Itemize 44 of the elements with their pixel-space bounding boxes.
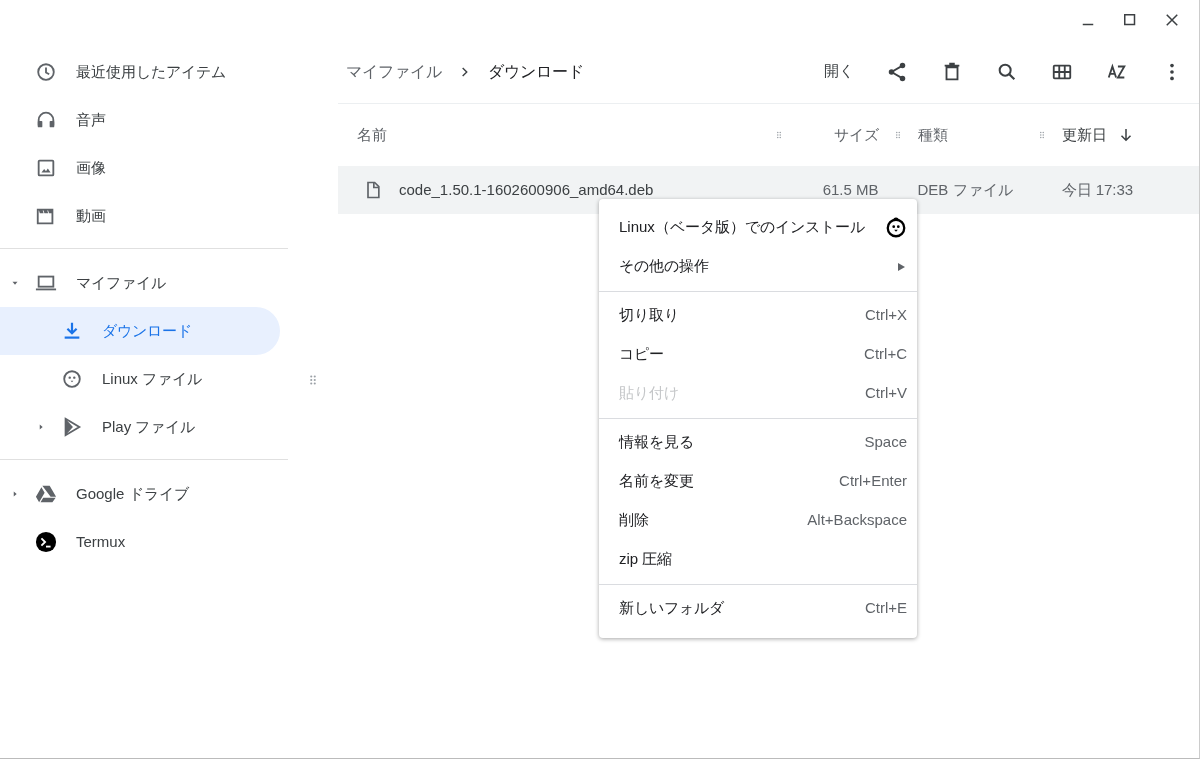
sidebar-item[interactable]: ダウンロード [0,307,280,355]
sidebar-item[interactable]: 最近使用したアイテム [0,48,280,96]
sidebar-item[interactable]: 動画 [0,192,280,240]
menu-item[interactable]: その他の操作 [599,247,917,286]
file-modified-date: 今日 17:33 [1061,180,1134,198]
sidebar-item[interactable]: Play ファイル [0,403,280,451]
breadcrumb-item[interactable]: マイファイル [345,59,442,84]
column-header[interactable]: 名前 [357,123,387,147]
shortcut-label: Ctrl+Enter [839,471,907,492]
clock-icon [35,61,57,83]
image-icon [35,157,57,179]
menu-item[interactable]: zip 圧縮 [599,540,917,579]
triangle-drive-icon [35,483,57,505]
shortcut-label: Ctrl+C [864,344,907,365]
shortcut-label: Ctrl+V [864,383,907,404]
column-header[interactable]: サイズ [833,123,879,147]
shortcut-label: Alt+Backspace [807,510,907,531]
menu-item[interactable]: 名前を変更 Ctrl+Enter [599,462,917,501]
sidebar-item[interactable]: Termux [0,518,280,566]
sidebar-item[interactable]: 画像 [0,144,280,192]
submenu-arrow-icon [895,260,907,273]
menu-item[interactable]: コピー Ctrl+C [599,335,917,374]
menu-item[interactable]: 切り取り Ctrl+X [599,296,917,335]
menu-item[interactable]: 情報を見る Space [599,423,917,462]
penguin-icon [885,216,907,239]
menu-item[interactable]: 新しいフォルダ Ctrl+E [599,589,917,628]
sidebar-item[interactable]: マイファイル [0,259,280,307]
menu-item[interactable]: 削除 Alt+Backspace [599,501,917,540]
close-icon[interactable] [1163,11,1181,29]
sidebar-item[interactable]: Google ドライブ [0,470,280,518]
file-size: 61.5 MB [822,179,879,200]
sidebar-item[interactable]: 音声 [0,96,280,144]
breadcrumb-item[interactable]: ダウンロード [487,59,584,84]
file-name: code_1.50.1-1602600906_amd64.deb [399,179,654,200]
file-type: DEB ファイル [917,180,1013,198]
penguin-icon [61,368,83,390]
shortcut-label: Space [864,432,907,453]
shortcut-label: Ctrl+X [864,305,907,326]
column-header[interactable]: 種類 [917,123,948,147]
shortcut-label: Ctrl+E [864,598,907,619]
terminal-icon [35,531,57,553]
column-header[interactable]: 更新日 [1061,123,1107,147]
open-button[interactable]: 開く [815,51,862,92]
sidebar-item[interactable]: Linux ファイル [0,355,280,403]
